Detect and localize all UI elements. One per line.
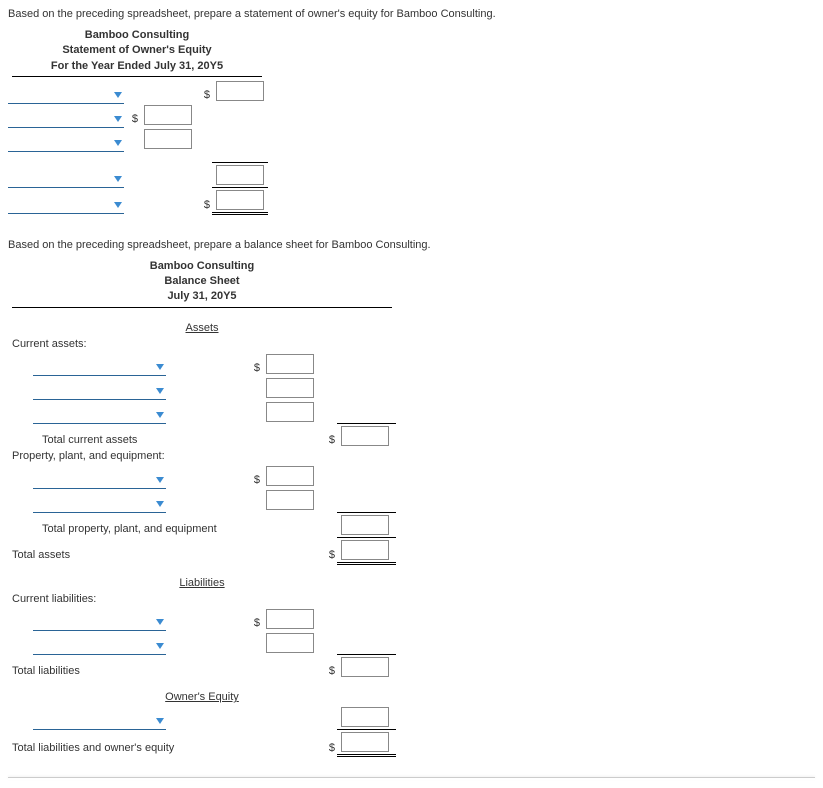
total-current-assets-label: Total current assets: [8, 424, 321, 449]
balance-title: Balance Sheet: [12, 274, 392, 289]
total-liab-equity-label: Total liabilities and owner's equity: [8, 730, 321, 756]
chevron-down-icon: [156, 619, 164, 625]
total-liabilities-label: Total liabilities: [8, 655, 321, 680]
ca-line1-dropdown[interactable]: [33, 352, 166, 376]
liabilities-section-title: Liabilities: [8, 575, 396, 591]
current-assets-label: Current assets:: [8, 336, 396, 352]
equity-line1-amount[interactable]: [216, 81, 264, 101]
chevron-down-icon: [156, 643, 164, 649]
dollar-sign: $: [321, 730, 337, 756]
equity-line5-dropdown[interactable]: [8, 187, 124, 213]
chevron-down-icon: [156, 501, 164, 507]
equity-instruction: Based on the preceding spreadsheet, prep…: [8, 8, 815, 20]
dollar-sign: $: [196, 79, 212, 103]
dollar-sign: $: [124, 103, 140, 127]
equity-period: For the Year Ended July 31, 20Y5: [12, 59, 262, 74]
cl-line1-dropdown[interactable]: [33, 607, 166, 631]
ca-line3-amount[interactable]: [266, 402, 314, 422]
balance-period: July 31, 20Y5: [12, 289, 392, 304]
cl-line2-dropdown[interactable]: [33, 631, 166, 655]
equity-line2-dropdown[interactable]: [8, 103, 124, 127]
ppe-line2-dropdown[interactable]: [33, 488, 166, 512]
total-assets-label: Total assets: [8, 537, 321, 563]
chevron-down-icon: [114, 176, 122, 182]
balance-company: Bamboo Consulting: [12, 259, 392, 274]
total-ppe-label: Total property, plant, and equipment: [8, 512, 321, 537]
cl-line2-amount[interactable]: [266, 633, 314, 653]
dollar-sign: $: [166, 607, 262, 631]
total-ppe-amount[interactable]: [341, 515, 389, 535]
assets-section-title: Assets: [8, 320, 396, 336]
dollar-sign: $: [166, 464, 262, 488]
ca-line2-dropdown[interactable]: [33, 376, 166, 400]
ppe-label: Property, plant, and equipment:: [8, 448, 396, 464]
chevron-down-icon: [156, 718, 164, 724]
chevron-down-icon: [156, 412, 164, 418]
dollar-sign: $: [321, 537, 337, 563]
ca-line2-amount[interactable]: [266, 378, 314, 398]
total-assets-amount[interactable]: [341, 540, 389, 560]
balance-instruction: Based on the preceding spreadsheet, prep…: [8, 239, 815, 251]
equity-title: Statement of Owner's Equity: [12, 43, 262, 58]
chevron-down-icon: [114, 202, 122, 208]
dollar-sign: $: [321, 424, 337, 449]
chevron-down-icon: [156, 388, 164, 394]
page-footer-divider: [8, 777, 815, 780]
ca-line3-dropdown[interactable]: [33, 400, 166, 424]
chevron-down-icon: [114, 116, 122, 122]
equity-line3-amount[interactable]: [144, 129, 192, 149]
equity-company: Bamboo Consulting: [12, 28, 262, 43]
ppe-line1-amount[interactable]: [266, 466, 314, 486]
chevron-down-icon: [114, 92, 122, 98]
dollar-sign: $: [321, 655, 337, 680]
equity-line4-dropdown[interactable]: [8, 162, 124, 187]
oe-line1-dropdown[interactable]: [33, 705, 166, 730]
total-liab-equity-amount[interactable]: [341, 732, 389, 752]
dollar-sign: $: [196, 187, 212, 213]
current-liabilities-label: Current liabilities:: [8, 591, 396, 607]
equity-line5-amount[interactable]: [216, 190, 264, 210]
total-liabilities-amount[interactable]: [341, 657, 389, 677]
chevron-down-icon: [114, 140, 122, 146]
equity-table: Bamboo Consulting Statement of Owner's E…: [8, 26, 268, 215]
ca-line1-amount[interactable]: [266, 354, 314, 374]
chevron-down-icon: [156, 364, 164, 370]
owners-equity-section-title: Owner's Equity: [8, 689, 396, 705]
ppe-line2-amount[interactable]: [266, 490, 314, 510]
total-current-assets-amount[interactable]: [341, 426, 389, 446]
equity-line2-amount[interactable]: [144, 105, 192, 125]
equity-line4-amount[interactable]: [216, 165, 264, 185]
chevron-down-icon: [156, 477, 164, 483]
equity-line3-dropdown[interactable]: [8, 127, 124, 151]
balance-table: Bamboo Consulting Balance Sheet July 31,…: [8, 257, 396, 758]
cl-line1-amount[interactable]: [266, 609, 314, 629]
dollar-sign: $: [166, 352, 262, 376]
oe-line1-amount[interactable]: [341, 707, 389, 727]
ppe-line1-dropdown[interactable]: [33, 464, 166, 488]
equity-line1-dropdown[interactable]: [8, 79, 124, 103]
